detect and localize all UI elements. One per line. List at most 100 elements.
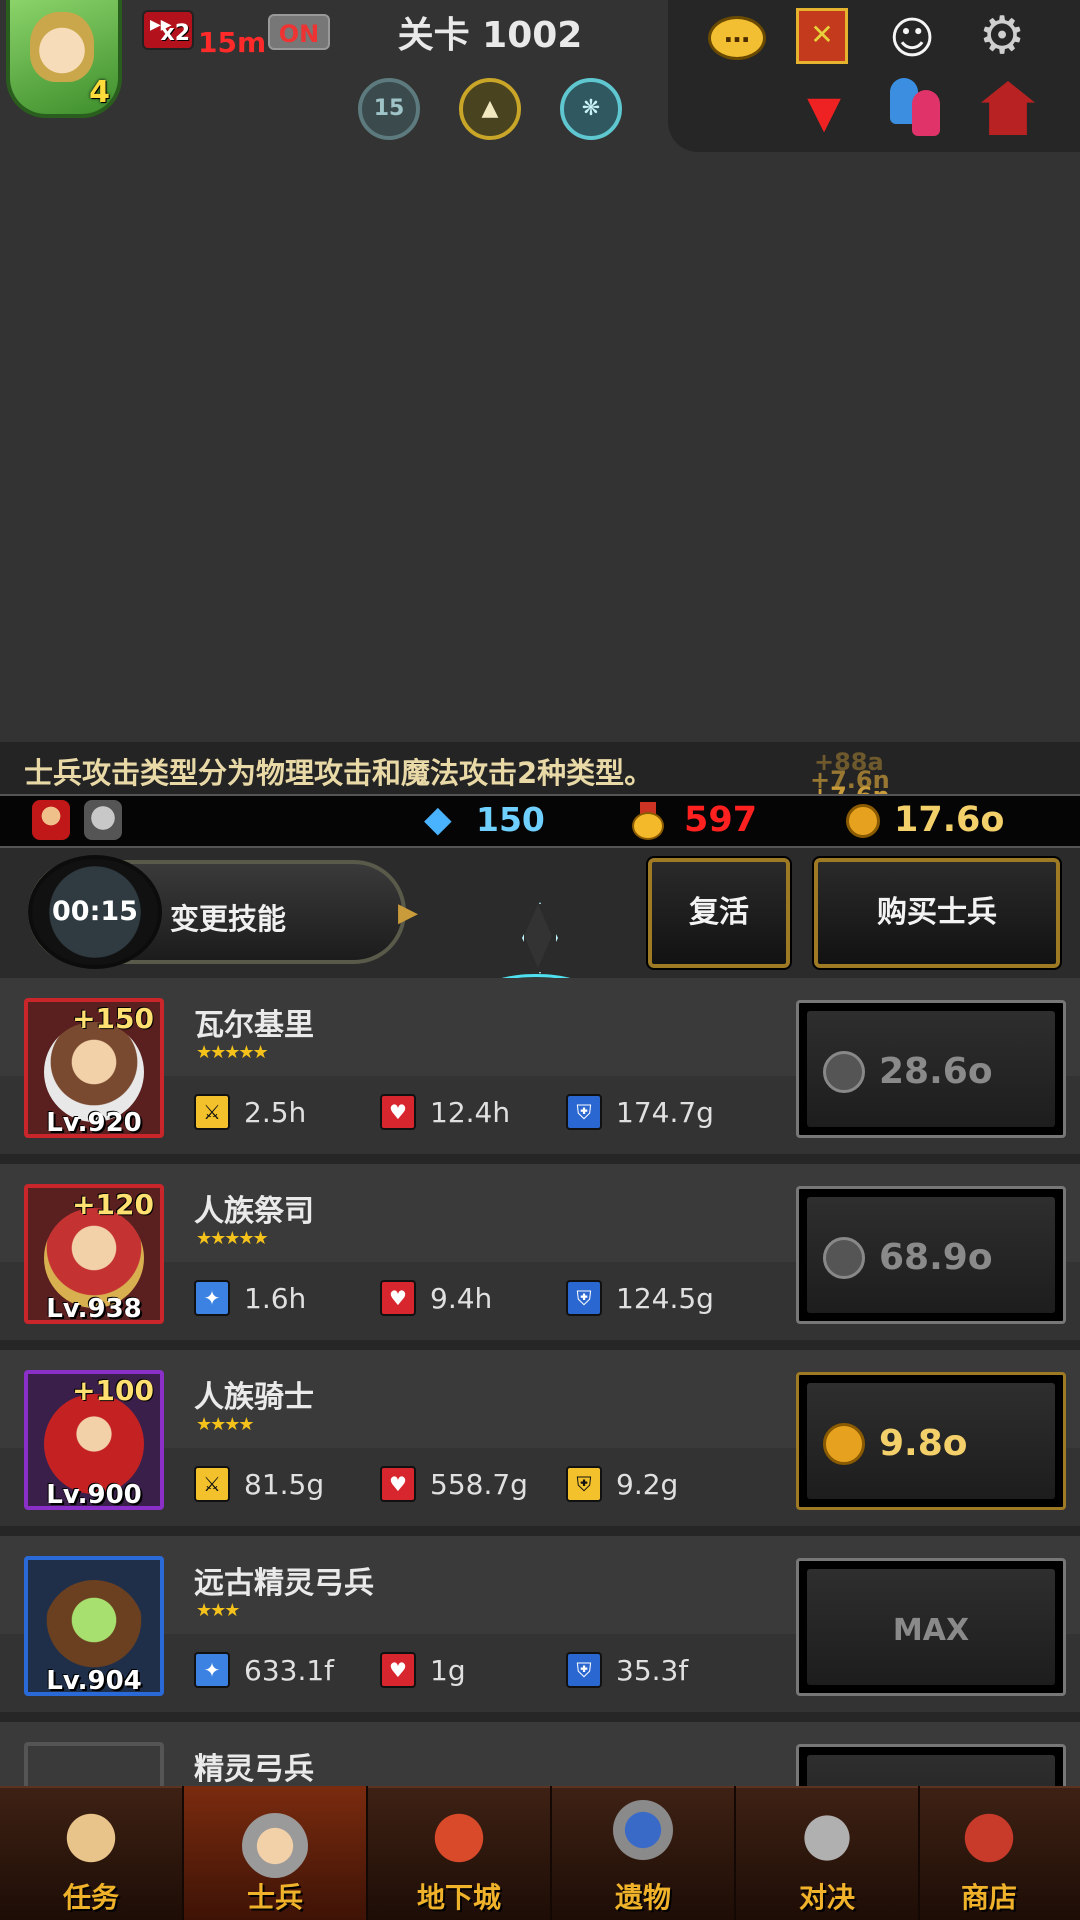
medal-count: 597: [684, 800, 758, 840]
helmet-soldier-icon: [240, 1798, 310, 1878]
soldier-bonus: +150: [72, 1002, 154, 1035]
soldier-portrait[interactable]: +120 Lv.938: [24, 1184, 164, 1324]
upgrade-cost: 68.9o: [879, 1237, 993, 1278]
attack-stat: 2.5h: [244, 1096, 307, 1129]
buy-soldier-button[interactable]: 购买士兵: [812, 856, 1062, 970]
shield-icon: ⛨: [566, 1466, 602, 1502]
guild-icon[interactable]: ✕: [790, 4, 854, 68]
defense-stat: 35.3f: [616, 1654, 689, 1687]
gold-amount: 17.6o: [894, 800, 1005, 840]
shop-icon: [954, 1798, 1024, 1878]
shield-icon: ⛨: [566, 1652, 602, 1688]
soldier-bonus: +100: [72, 1374, 154, 1407]
diamond-icon: ◆: [424, 799, 452, 840]
heart-icon: ♥: [380, 1466, 416, 1502]
tab-dungeon[interactable]: 地下城: [368, 1786, 550, 1920]
party-hero-icon[interactable]: [32, 800, 70, 840]
defense-stat: 174.7g: [616, 1096, 714, 1129]
relic-orb-icon: [608, 1798, 678, 1878]
star-rating: ★★★: [196, 1600, 240, 1621]
attack-stat: 633.1f: [244, 1654, 335, 1687]
gem-count: 150: [476, 800, 545, 839]
magic-wand-icon: ✦: [194, 1652, 230, 1688]
scroll-icon: [56, 1798, 126, 1878]
upgrade-button[interactable]: [796, 1744, 1066, 1786]
soldier-name: 人族骑士: [194, 1380, 314, 1415]
defense-stat: 9.2g: [616, 1468, 679, 1501]
skill-cooldown-timer: 00:15: [28, 855, 162, 969]
magic-wand-icon: ✦: [194, 1280, 230, 1316]
heart-icon: ♥: [380, 1280, 416, 1316]
buff-badge-count[interactable]: 15: [358, 78, 420, 140]
soldier-level: Lv.904: [46, 1666, 142, 1696]
player-avatar[interactable]: 4: [6, 0, 122, 118]
soldier-name: 远古精灵弓兵: [194, 1566, 374, 1601]
tab-quests[interactable]: 任务: [0, 1786, 182, 1920]
chevron-right-icon: ▶: [398, 898, 418, 928]
soldier-level: Lv.900: [46, 1480, 142, 1510]
gold-coin-icon: [846, 804, 880, 838]
party-robot-icon[interactable]: [84, 800, 122, 840]
upgrade-button[interactable]: 9.8o: [796, 1372, 1066, 1510]
tab-soldiers[interactable]: 士兵: [184, 1786, 366, 1920]
silver-coin-icon: [823, 1237, 865, 1279]
gold-coin-icon: [823, 1423, 865, 1465]
hp-stat: 558.7g: [430, 1468, 528, 1501]
crossed-swords-icon: [792, 1798, 862, 1878]
soldier-name: 精灵弓兵: [194, 1752, 314, 1786]
list-item: Lv.904 远古精灵弓兵 ★★★ ✦ 633.1f ♥ 1g ⛨ 35.3f …: [0, 1536, 1080, 1712]
revive-button[interactable]: 复活: [646, 856, 792, 970]
chat-icon[interactable]: …: [705, 6, 769, 70]
tab-label: 商店: [960, 1881, 1017, 1914]
hp-stat: 1g: [430, 1654, 466, 1687]
upgrade-cost: 28.6o: [879, 1051, 993, 1092]
buff-gold-boost-icon[interactable]: ▲: [459, 78, 521, 140]
stage-title: 关卡 1002: [397, 15, 583, 56]
tab-shop[interactable]: 商店: [898, 1786, 1080, 1920]
tab-label: 任务: [62, 1881, 119, 1914]
list-item: 精灵弓兵: [0, 1722, 1080, 1786]
tab-duel[interactable]: 对决: [736, 1786, 918, 1920]
upgrade-button[interactable]: 68.9o: [796, 1186, 1066, 1324]
mailbox-icon[interactable]: [976, 76, 1040, 140]
settings-icon[interactable]: ⚙: [970, 4, 1034, 68]
medal-icon: [630, 802, 666, 840]
soldier-level: Lv.938: [46, 1294, 142, 1324]
sword-icon: ⚔: [194, 1094, 230, 1130]
friends-icon[interactable]: [884, 76, 948, 140]
star-rating: ★★★★: [196, 1414, 255, 1435]
buff-angel-wing-icon[interactable]: ❋: [560, 78, 622, 140]
silver-coin-icon: [823, 1051, 865, 1093]
hero-portrait: [30, 12, 94, 82]
max-level-label: MAX: [892, 1613, 970, 1648]
upgrade-button[interactable]: 28.6o: [796, 1000, 1066, 1138]
heart-icon: ♥: [380, 1094, 416, 1130]
tab-label: 对决: [798, 1881, 855, 1914]
star-rating: ★★★★★: [196, 1228, 269, 1249]
list-item: +100 Lv.900 人族骑士 ★★★★ ⚔ 81.5g ♥ 558.7g ⛨…: [0, 1350, 1080, 1526]
soldier-portrait[interactable]: Lv.904: [24, 1556, 164, 1696]
hp-stat: 12.4h: [430, 1096, 511, 1129]
tab-label: 士兵: [246, 1881, 303, 1914]
speed-boost-timer: 15m: [198, 26, 267, 59]
soldier-portrait[interactable]: +150 Lv.920: [24, 998, 164, 1138]
upgrade-cost: 9.8o: [879, 1423, 968, 1464]
upgrade-button-max[interactable]: MAX: [796, 1558, 1066, 1696]
soldier-portrait[interactable]: [24, 1742, 164, 1786]
soldier-portrait[interactable]: +100 Lv.900: [24, 1370, 164, 1510]
shield-icon: ⛨: [566, 1094, 602, 1130]
sword-icon: ⚔: [194, 1466, 230, 1502]
soldier-name: 瓦尔基里: [194, 1008, 314, 1043]
down-arrow-icon[interactable]: ▼: [792, 80, 856, 144]
speed-boost-icon[interactable]: ▶▶ x2: [142, 10, 194, 50]
player-level: 4: [89, 75, 110, 110]
soldier-bonus: +120: [72, 1188, 154, 1221]
shield-icon: ⛨: [566, 1280, 602, 1316]
auto-toggle[interactable]: ON: [268, 14, 330, 50]
attack-stat: 1.6h: [244, 1282, 307, 1315]
angel-icon[interactable]: ☺: [880, 6, 944, 70]
soldier-level: Lv.920: [46, 1108, 142, 1138]
heart-icon: ♥: [380, 1652, 416, 1688]
tab-relics[interactable]: 遗物: [552, 1786, 734, 1920]
soldier-list[interactable]: +150 Lv.920 瓦尔基里 ★★★★★ ⚔ 2.5h ♥ 12.4h ⛨ …: [0, 978, 1080, 1786]
